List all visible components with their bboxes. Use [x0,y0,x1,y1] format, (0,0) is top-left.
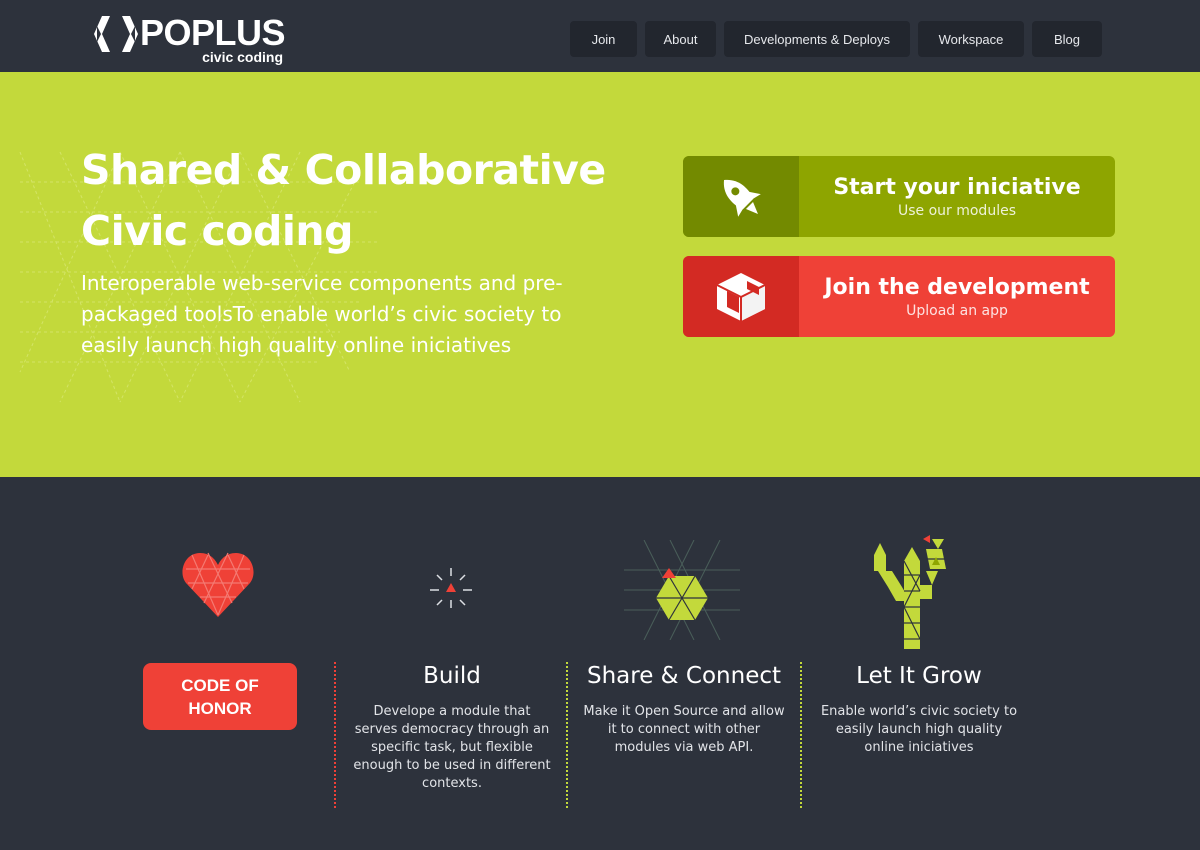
join-development-button[interactable]: Join the development Upload an app [683,256,1115,337]
share-column: Share & Connect Make it Open Source and … [583,660,785,757]
nav-blog[interactable]: Blog [1032,21,1102,57]
join-development-title: Join the development [824,274,1090,300]
grow-body: Enable world’s civic society to easily l… [820,704,1018,755]
code-of-honor-line2: HONOR [188,698,252,718]
logo-name: POPLUS [140,12,286,53]
build-body: Develope a module that serves democracy … [353,704,551,791]
package-icon [716,272,766,321]
site-logo[interactable]: POPLUS civic coding [94,12,286,65]
divider-lime-2 [800,662,802,808]
heart-icon [182,552,254,617]
cactus-icon [874,535,946,649]
nav-developments[interactable]: Developments & Deploys [724,21,910,57]
hero-title-line1: Shared & Collaborative [81,146,606,194]
hero-section: Shared & Collaborative Civic coding Inte… [0,72,1200,477]
start-initiative-button[interactable]: Start your iniciative Use our modules [683,156,1115,237]
divider-lime [566,662,568,808]
logo-tagline: civic coding [202,49,284,65]
main-nav: Join About Developments & Deploys Worksp… [570,21,1102,57]
code-of-honor-line1: CODE OF [181,675,259,695]
share-title: Share & Connect [586,663,782,689]
build-column: Build Develope a module that serves demo… [352,660,552,793]
hero-subtitle: Interoperable web-service components and… [81,271,563,357]
poplus-logo-icon [94,16,138,52]
rocket-icon [723,179,761,217]
start-initiative-title: Start your iniciative [833,174,1081,200]
code-of-honor-button[interactable]: CODE OF HONOR [143,663,297,730]
spark-icon [430,568,472,608]
build-title: Build [423,663,481,689]
hero-title: Shared & Collaborative Civic coding [81,140,621,262]
hexagon-network-icon [624,540,740,640]
nav-join[interactable]: Join [570,21,637,57]
start-initiative-subtitle: Use our modules [897,202,1016,219]
join-development-subtitle: Upload an app [906,302,1008,319]
share-body: Make it Open Source and allow it to conn… [583,704,785,755]
hero-title-line2: Civic coding [81,207,353,255]
grow-column: Let It Grow Enable world’s civic society… [818,660,1020,757]
nav-about[interactable]: About [645,21,716,57]
grow-title: Let It Grow [856,663,982,689]
site-header: POPLUS civic coding Join About Developme… [0,0,1200,72]
nav-workspace[interactable]: Workspace [918,21,1024,57]
divider-red [334,662,336,808]
